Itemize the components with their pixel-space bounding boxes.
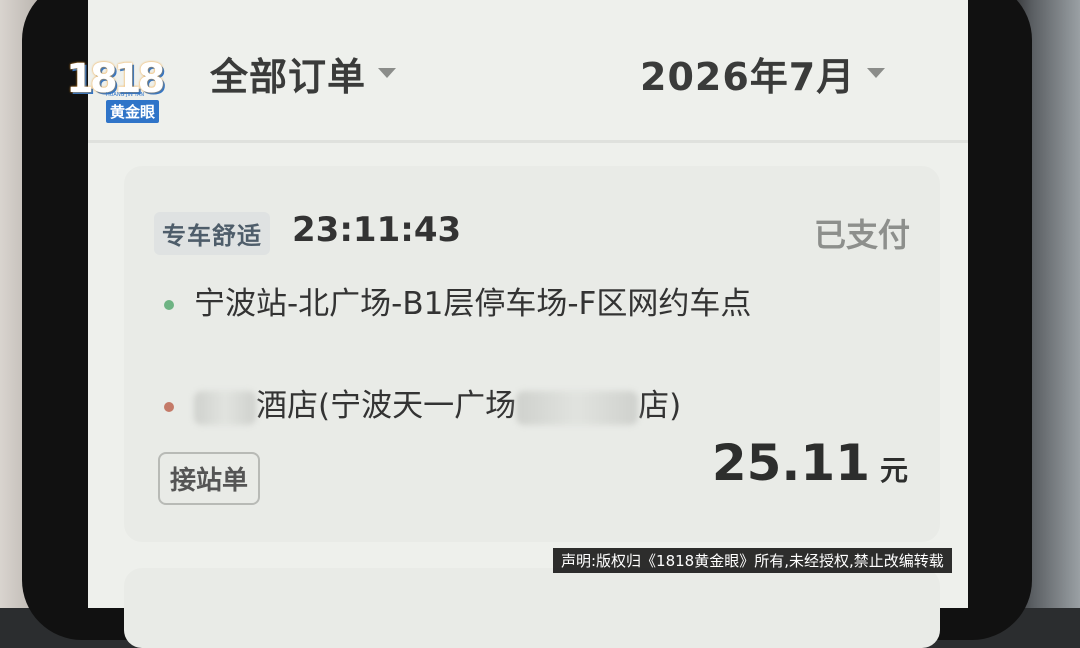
copyright-notice: 声明:版权归《1818黄金眼》所有,未经授权,禁止改编转载 xyxy=(553,548,952,573)
start-address: 宁波站-北广场-B1层停车场-F区网约车点 xyxy=(194,286,752,322)
order-type-dropdown[interactable]: 全部订单 xyxy=(210,48,397,99)
order-card[interactable]: 专车舒适 23:11:43 已支付 宁波站-北广场-B1层停车场-F区网约车点 … xyxy=(124,166,940,542)
month-label: 2026年7月 xyxy=(640,54,856,99)
amount-value: 25.11 xyxy=(711,434,870,492)
logo-subtitle: 黄金眼 xyxy=(106,100,160,123)
next-order-card[interactable] xyxy=(124,568,940,648)
header-divider xyxy=(88,140,968,143)
end-point-icon xyxy=(164,402,174,412)
amount-unit: 元 xyxy=(879,454,908,487)
order-type-label: 全部订单 xyxy=(210,54,367,99)
pickup-order-tag: 接站单 xyxy=(158,452,261,505)
service-type-badge: 专车舒适 xyxy=(154,212,270,255)
redacted-text xyxy=(194,390,256,425)
order-time: 23:11:43 xyxy=(292,210,462,250)
start-point-icon xyxy=(164,300,174,310)
redacted-text xyxy=(516,390,639,425)
end-address-part1: 酒店(宁波天一广场 xyxy=(256,388,517,424)
logo-tiny-text: HUANG JIN YAN xyxy=(106,92,145,98)
chevron-down-icon xyxy=(867,68,886,78)
chevron-down-icon xyxy=(378,68,397,78)
end-address: 酒店(宁波天一广场 店) xyxy=(194,384,754,428)
payment-status: 已支付 xyxy=(813,216,910,254)
end-address-part2: 店) xyxy=(638,388,682,424)
channel-logo: 1818 HUANG JIN YAN 黄金眼 xyxy=(66,56,165,123)
order-amount: 25.11 元 xyxy=(712,434,908,492)
month-dropdown[interactable]: 2026年7月 xyxy=(640,48,886,99)
